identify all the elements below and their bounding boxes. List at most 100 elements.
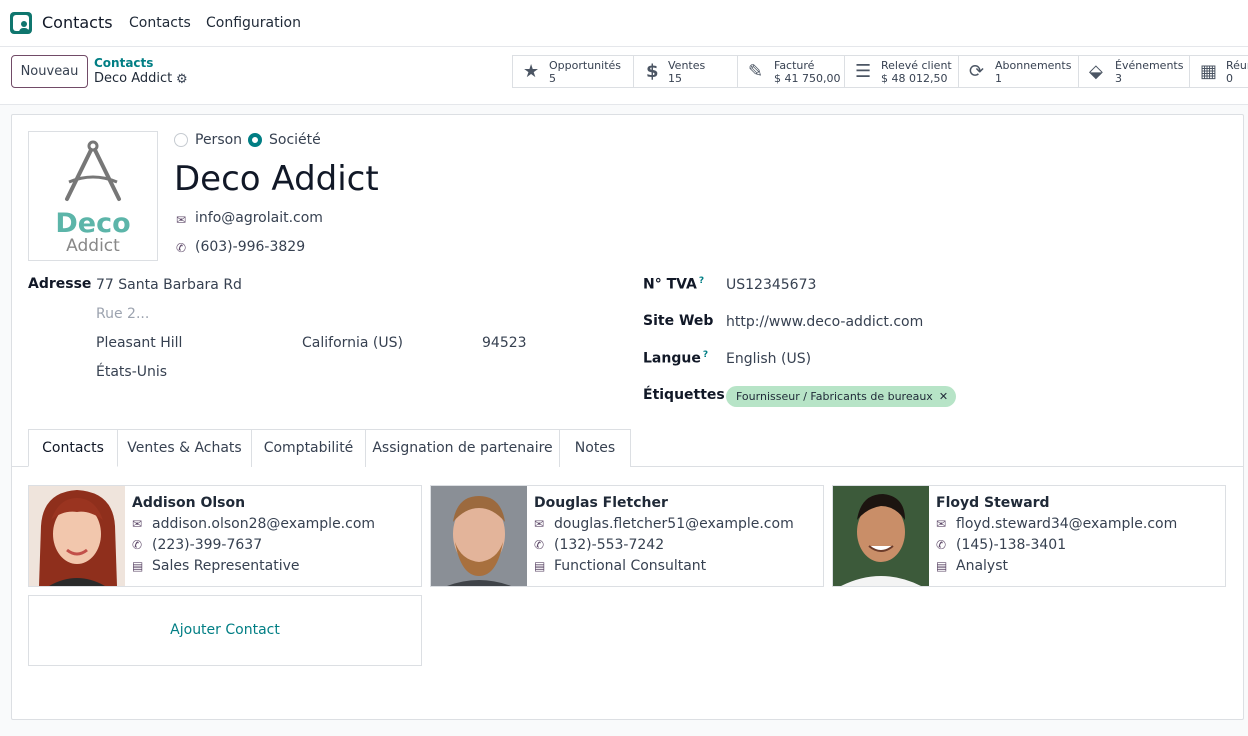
country-field[interactable]: États-Unis [96,364,167,380]
briefcase-icon: ▤ [534,559,546,573]
smart-button-value: 1 [995,72,1002,85]
phone-field[interactable]: (603)-996-3829 [195,239,305,255]
website-label: Site Web [643,313,714,329]
envelope-icon: ✉ [176,213,187,227]
language-field[interactable]: English (US) [726,351,811,367]
tag-badge[interactable]: Fournisseur / Fabricants de bureaux ✕ [726,386,957,407]
vat-field[interactable]: US12345673 [726,277,816,293]
company-logo[interactable]: Deco Addict [28,131,158,261]
contact-photo [431,486,527,586]
logo-text-addict: Addict [66,236,120,256]
contact-phone-line: ✆ (132)-553-7242 [534,537,664,553]
smart-button-label: Réun [1226,59,1248,72]
city-field[interactable]: Pleasant Hill [96,335,182,351]
vat-label: N° TVA? [643,276,705,293]
briefcase-icon: ▤ [936,559,948,573]
contact-job: Sales Representative [152,558,300,574]
contact-card[interactable]: Addison Olson ✉ addison.olson28@example.c… [28,485,422,587]
contacts-app-icon[interactable] [10,12,32,34]
website-field[interactable]: http://www.deco-addict.com [726,314,923,330]
star-icon: ★ [523,61,540,82]
phone-icon: ✆ [936,538,947,552]
contact-email-line: ✉ douglas.fletcher51@example.com [534,516,794,532]
contact-card[interactable]: Floyd Steward ✉ floyd.steward34@example.c… [832,485,1226,587]
radio-company-label[interactable]: Société [269,132,321,148]
smart-button-label: Événements [1115,59,1184,72]
contact-phone: (223)-399-7637 [152,537,263,553]
radio-company[interactable] [248,133,262,147]
smart-button-value: 5 [549,72,556,85]
contact-phone-line: ✆ (223)-399-7637 [132,537,262,553]
contact-job-line: ▤ Sales Representative [132,558,300,574]
briefcase-icon: ▤ [132,559,144,573]
smart-button-events[interactable]: ⬙ Événements 3 [1078,55,1190,88]
smart-button-value: 3 [1115,72,1122,85]
tab-sales-purchases[interactable]: Ventes & Achats [118,429,252,467]
smart-button-value: 15 [668,72,682,85]
nav-configuration[interactable]: Configuration [206,15,301,31]
radio-person[interactable] [174,133,188,147]
smart-button-subscriptions[interactable]: ⟳ Abonnements 1 [958,55,1079,88]
refresh-icon: ⟳ [969,61,985,82]
smart-button-value: $ 41 750,00 [774,72,841,85]
control-panel: Nouveau Contacts Deco Addict ⚙ ★ Opportu… [0,47,1248,105]
phone-icon: ✆ [132,538,143,552]
logo-text-deco: Deco [55,208,131,239]
address-label: Adresse [28,276,92,292]
smart-button-label: Facturé [774,59,815,72]
envelope-icon: ✉ [534,517,545,531]
new-button[interactable]: Nouveau [11,55,88,88]
language-label: Langue? [643,350,709,367]
compass-icon [65,140,121,201]
street-field[interactable]: 77 Santa Barbara Rd [96,277,242,293]
smart-button-sales[interactable]: $ Ventes 15 [633,55,738,88]
contact-name: Floyd Steward [936,495,1050,511]
language-help-icon[interactable]: ? [703,350,708,360]
smart-button-opportunities[interactable]: ★ Opportunités 5 [512,55,634,88]
contact-email-line: ✉ floyd.steward34@example.com [936,516,1177,532]
contact-email: douglas.fletcher51@example.com [554,516,794,532]
add-contact-button[interactable]: Ajouter Contact [28,595,422,666]
smart-button-value: 0 [1226,72,1233,85]
radio-person-label[interactable]: Person [195,132,242,148]
contact-name: Addison Olson [132,495,246,511]
calendar-icon: ▦ [1200,61,1218,82]
envelope-icon: ✉ [936,517,947,531]
form-sheet: Deco Addict Person Société Deco Addict ✉… [11,114,1244,720]
contact-email: addison.olson28@example.com [152,516,376,532]
breadcrumb-parent[interactable]: Contacts [94,56,153,70]
phone-icon: ✆ [534,538,545,552]
contact-job: Analyst [956,558,1008,574]
contact-job-line: ▤ Functional Consultant [534,558,706,574]
contact-photo [29,486,125,586]
tags-label: Étiquettes [643,387,725,403]
tab-notes[interactable]: Notes [560,429,631,467]
top-navbar: Contacts Contacts Configuration [0,0,1248,47]
contact-photo [833,486,929,586]
smart-button-meetings[interactable]: ▦ Réun 0 [1189,55,1248,88]
tag-remove-icon[interactable]: ✕ [939,390,948,403]
zip-field[interactable]: 94523 [482,335,527,351]
ticket-icon: ⬙ [1089,61,1103,82]
street2-field[interactable]: Rue 2... [96,306,149,322]
tab-accounting[interactable]: Comptabilité [252,429,366,467]
contact-job-line: ▤ Analyst [936,558,1008,574]
nav-contacts[interactable]: Contacts [129,15,191,31]
tab-contacts[interactable]: Contacts [28,429,118,467]
partner-name[interactable]: Deco Addict [174,159,379,199]
contact-card[interactable]: Douglas Fletcher ✉ douglas.fletcher51@exa… [430,485,824,587]
smart-button-customer-statement[interactable]: ☰ Relevé client $ 48 012,50 [844,55,959,88]
vat-help-icon[interactable]: ? [699,276,704,286]
email-field[interactable]: info@agrolait.com [195,210,323,226]
smart-button-invoiced[interactable]: ✎ Facturé $ 41 750,00 [737,55,845,88]
tag-text: Fournisseur / Fabricants de bureaux [736,390,933,403]
state-field[interactable]: California (US) [302,335,403,351]
list-icon: ☰ [855,61,872,82]
app-title[interactable]: Contacts [42,13,113,32]
smart-button-label: Ventes [668,59,706,72]
tab-partner-assignment[interactable]: Assignation de partenaire [366,429,560,467]
gear-icon[interactable]: ⚙ [176,72,188,87]
smart-button-value: $ 48 012,50 [881,72,948,85]
contact-job: Functional Consultant [554,558,707,574]
contact-name: Douglas Fletcher [534,495,668,511]
